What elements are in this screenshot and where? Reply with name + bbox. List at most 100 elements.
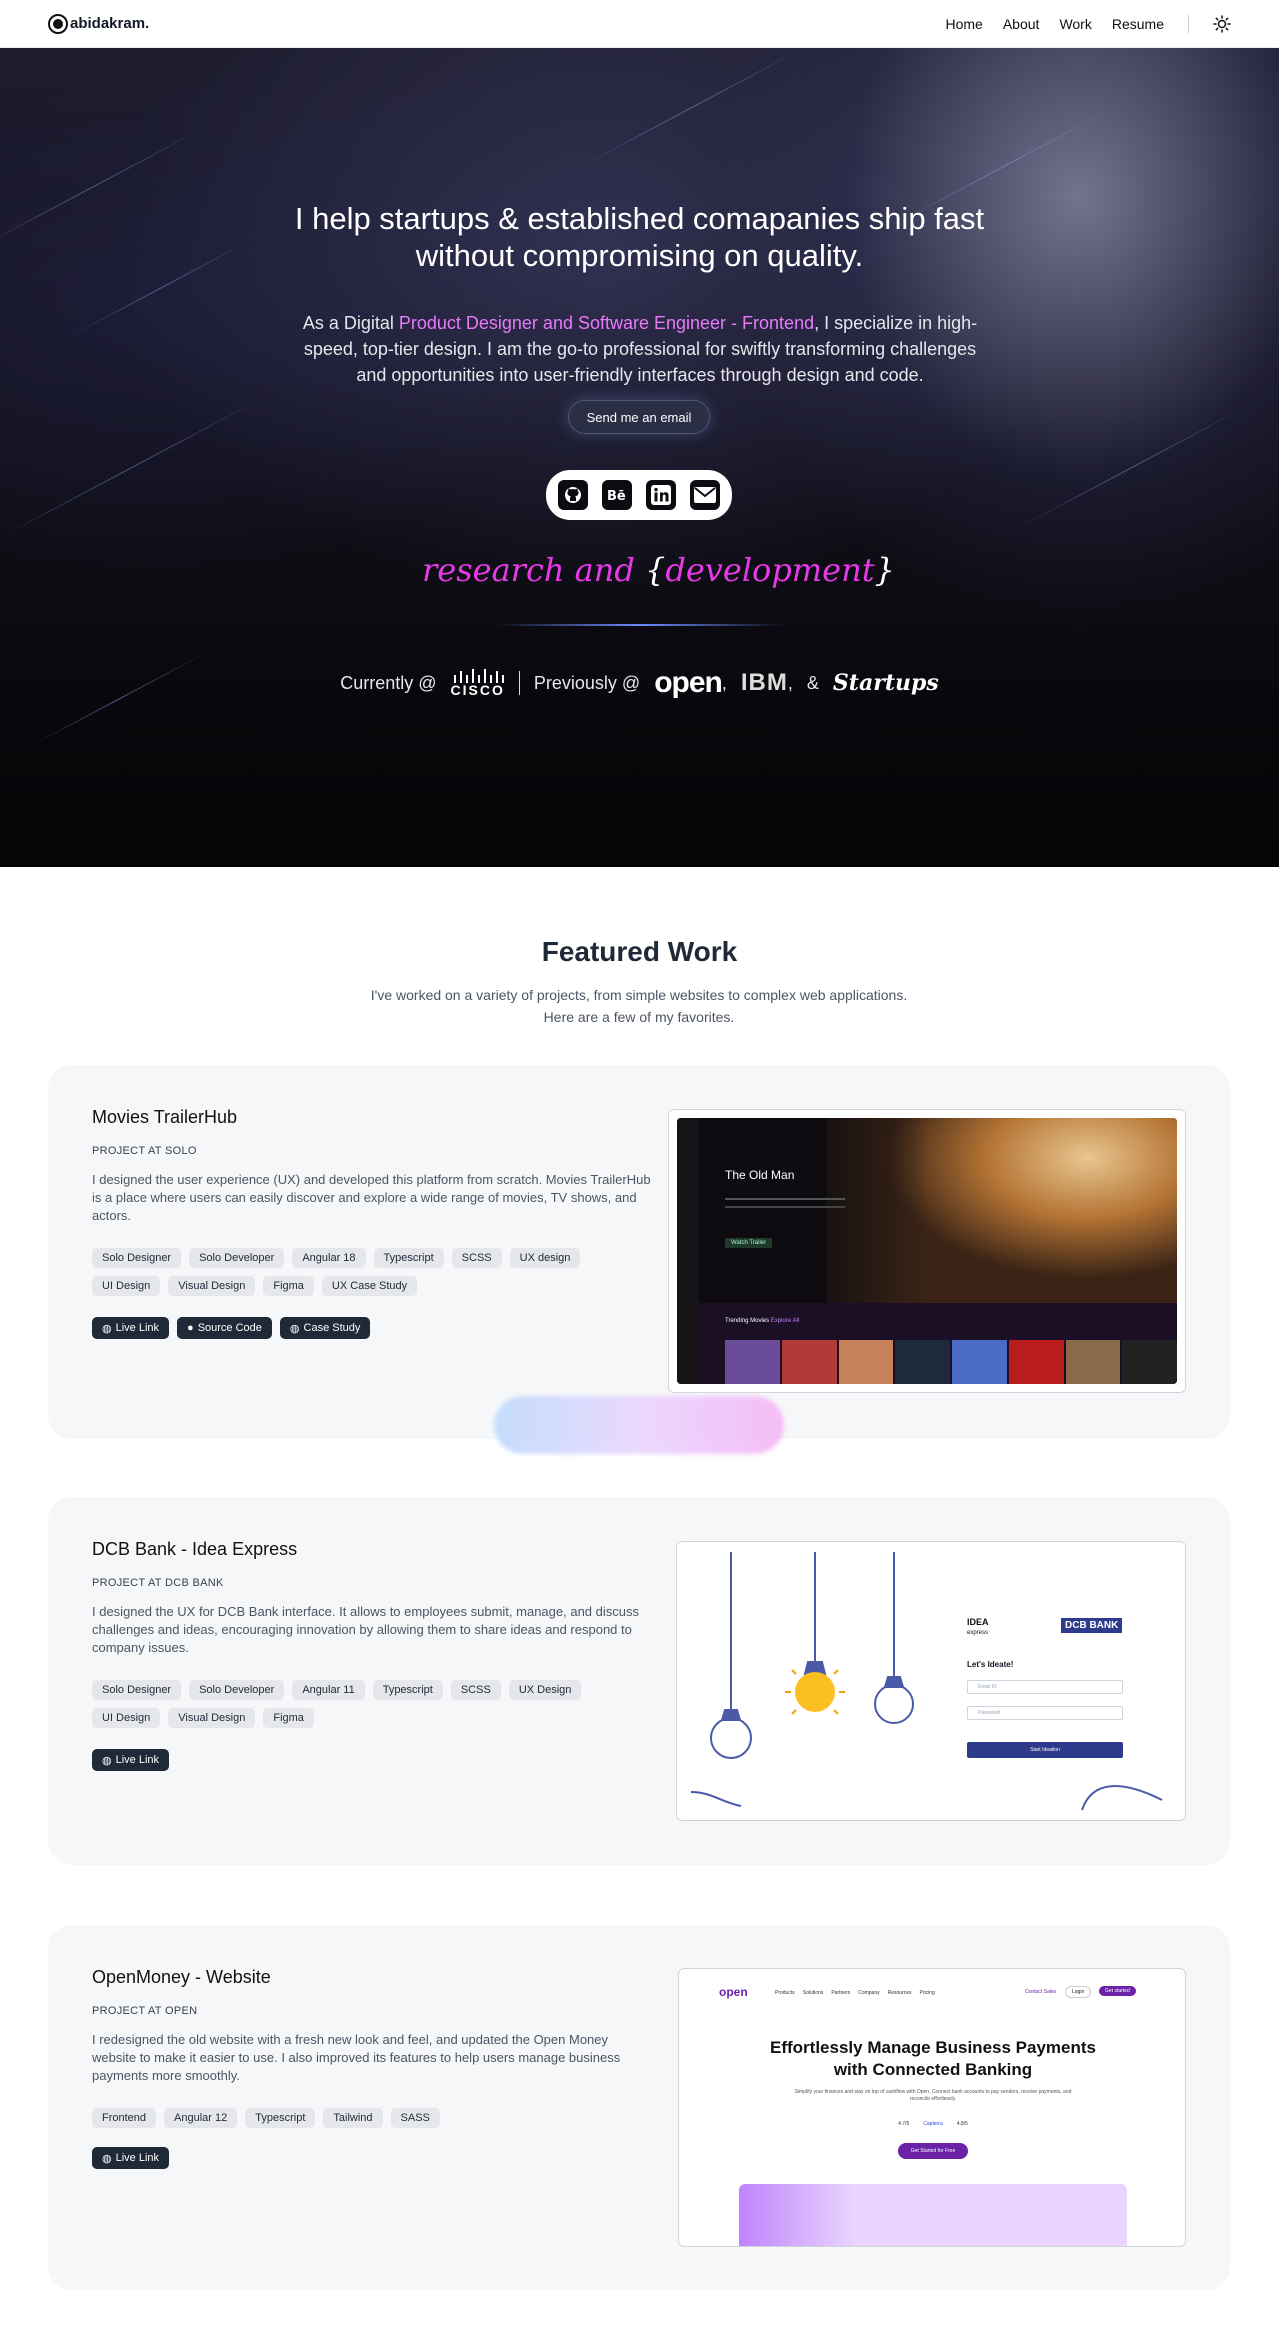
project-preview-image[interactable]: The Old Man Watch Trailer Trending Movie… <box>668 1109 1186 1393</box>
poster <box>1065 1340 1121 1384</box>
light-streak <box>0 397 263 540</box>
glow-divider <box>495 624 785 626</box>
social-links: Bē <box>546 470 732 520</box>
hero-title-line-1: Effortlessly Manage Business Payments <box>770 2038 1096 2057</box>
currently-label: Currently @ <box>340 672 437 693</box>
mail-icon[interactable] <box>690 480 720 510</box>
hero-title-line-2: with Connected Banking <box>833 2060 1033 2079</box>
nav-resume-link[interactable]: Resume <box>1112 16 1164 32</box>
github-icon[interactable] <box>558 480 588 510</box>
preview-meta <box>725 1206 845 1208</box>
headline-line-2: without compromising on quality. <box>415 238 864 273</box>
tag: Tailwind <box>323 2108 383 2128</box>
preview-hero-fade <box>699 1118 929 1303</box>
tag: Solo Designer <box>92 1248 182 1268</box>
live-link-button[interactable]: ◍ Live Link <box>92 2147 170 2169</box>
preview-section-label: Trending Movies Explore All <box>725 1318 799 1324</box>
preview-menu-item: Resources <box>887 1990 912 1996</box>
tag: UX Case Study <box>321 1276 418 1296</box>
preview-hero-title: Effortlessly Manage Business Payments wi… <box>679 2037 1185 2081</box>
live-link-button[interactable]: ◍ Live Link <box>92 1317 170 1339</box>
top-nav: abidakram. Home About Work Resume <box>0 0 1279 48</box>
tag: Frontend <box>92 2108 157 2128</box>
hero-headline: I help startups & established comapanies… <box>0 200 1279 274</box>
tag: Figma <box>263 1708 314 1728</box>
subtitle-line-2: Here are a few of my favorites. <box>543 1009 735 1025</box>
light-streak <box>1014 407 1246 530</box>
poster <box>838 1340 894 1384</box>
movies-preview: The Old Man Watch Trailer Trending Movie… <box>677 1118 1177 1384</box>
tag: Visual Design <box>168 1708 256 1728</box>
button-label: Live Link <box>115 1754 160 1766</box>
previously-label: Previously @ <box>533 672 641 693</box>
preview-posters <box>725 1340 1177 1384</box>
project-tags: Solo Designer Solo Developer Angular 18 … <box>92 1248 652 1296</box>
featured-work-title: Featured Work <box>541 936 738 967</box>
comma: , <box>787 672 793 693</box>
rd-text: research and {development} <box>422 551 895 589</box>
tag: Solo Developer <box>189 1680 285 1700</box>
poster <box>781 1340 837 1384</box>
sticker-icon <box>408 552 416 588</box>
project-card: OpenMoney - Website PROJECT AT OPEN I re… <box>48 1925 1230 2290</box>
project-actions: ◍ Live Link <box>92 1749 170 1771</box>
company-divider <box>518 671 520 695</box>
rating: Capterra <box>923 2121 943 2127</box>
project-subtitle: PROJECT AT DCB BANK <box>92 1577 224 1589</box>
tag: Angular 11 <box>292 1680 365 1700</box>
open-preview-logo: open <box>719 1985 748 1999</box>
cisco-logo: CISCO <box>451 669 505 697</box>
preview-menu-item: Products <box>775 1990 795 1996</box>
project-subtitle: PROJECT AT SOLO <box>92 1145 197 1157</box>
globe-icon: ◍ <box>102 1322 112 1335</box>
featured-work-subtitle: I've worked on a variety of projects, fr… <box>339 984 939 1028</box>
preview-menu-item: Solutions <box>802 1990 824 1996</box>
project-card: Movies TrailerHub PROJECT AT SOLO I desi… <box>48 1065 1230 1439</box>
preview-sidebar <box>677 1118 699 1384</box>
project-title: OpenMoney - Website <box>92 1967 271 1987</box>
project-title: DCB Bank - Idea Express <box>92 1539 298 1559</box>
preview-email-field: Email ID <box>967 1680 1123 1694</box>
button-label: Live Link <box>115 1322 160 1334</box>
subtitle-line-1: I've worked on a variety of projects, fr… <box>370 987 908 1003</box>
poster <box>952 1340 1007 1384</box>
behance-icon[interactable]: Bē <box>602 480 632 510</box>
nav-divider <box>1188 14 1189 33</box>
button-label: Case Study <box>303 1322 361 1334</box>
case-study-button[interactable]: ◍ Case Study <box>279 1317 371 1339</box>
lead-prefix: As a Digital <box>302 313 399 333</box>
hero-lead: As a Digital Product Designer and Softwa… <box>290 310 990 388</box>
company-strip: Currently @ CISCO Previously @ open, IBM… <box>0 666 1279 700</box>
sun-icon[interactable] <box>1213 14 1231 33</box>
rating: 4.7/5 <box>898 2121 910 2127</box>
project-preview-image[interactable]: open Products Solutions Partners Company… <box>678 1968 1186 2247</box>
button-label: Live Link <box>115 2152 160 2164</box>
preview-menu-item: Pricing <box>919 1990 935 1996</box>
preview-heading: Let's Ideate! <box>967 1660 1014 1669</box>
comma: , <box>721 672 727 693</box>
linkedin-icon[interactable] <box>646 480 676 510</box>
preview-cta-button: Get Started for Free <box>898 2143 968 2159</box>
startups-logo: Startups <box>832 670 939 696</box>
button-label: Source Code <box>197 1322 262 1334</box>
preview-menu: Products Solutions Partners Company Reso… <box>775 1990 935 1996</box>
logo-text: abidakram. <box>70 15 150 32</box>
send-email-button[interactable]: Send me an email <box>568 400 710 434</box>
tag: SCSS <box>451 1248 502 1268</box>
preview-login: Login <box>1065 1986 1092 1998</box>
project-description: I redesigned the old website with a fres… <box>92 2032 621 2083</box>
open-logo: open <box>654 666 723 699</box>
source-code-button[interactable]: ● Source Code <box>177 1317 272 1339</box>
idea-sub: express <box>967 1630 989 1636</box>
tag: Solo Designer <box>92 1680 182 1700</box>
ibm-logo: IBM <box>740 669 788 696</box>
nav-about-link[interactable]: About <box>1003 16 1040 32</box>
live-link-button[interactable]: ◍ Live Link <box>92 1749 170 1771</box>
nav-work-link[interactable]: Work <box>1059 16 1091 32</box>
site-logo[interactable]: abidakram. <box>48 13 150 34</box>
globe-icon: ◍ <box>102 1754 112 1767</box>
nav-links: Home About Work Resume <box>945 14 1231 33</box>
tag: UI Design <box>92 1276 161 1296</box>
project-preview-image[interactable]: IDEA express DCB BANK Let's Ideate! Email… <box>676 1541 1186 1821</box>
nav-home-link[interactable]: Home <box>945 16 982 32</box>
